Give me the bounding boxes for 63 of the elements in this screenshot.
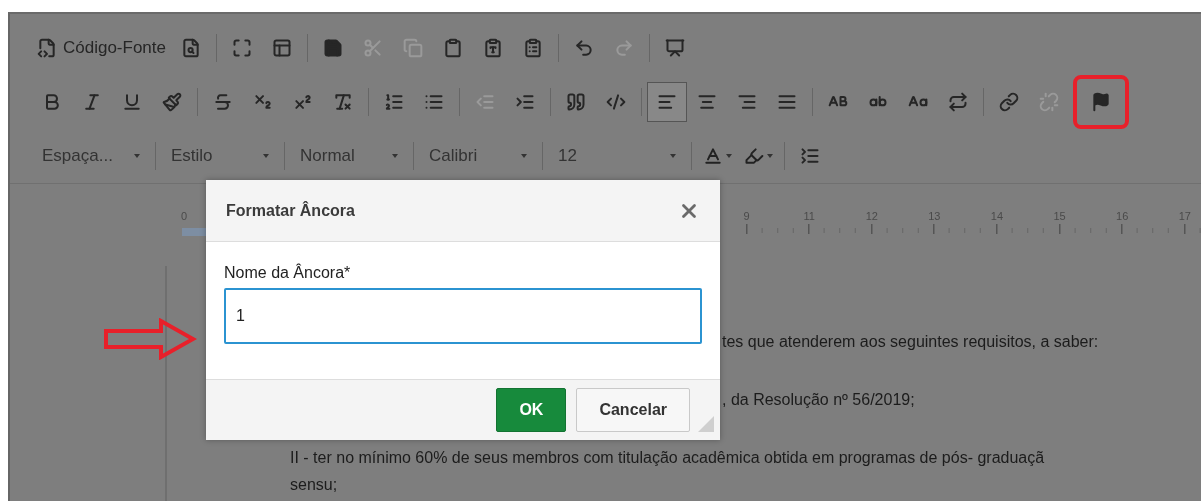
- caret-icon: [767, 154, 773, 158]
- toolbar-button[interactable]: [1073, 75, 1129, 129]
- ok-button[interactable]: OK: [496, 388, 567, 432]
- paste-word-icon: [523, 38, 543, 58]
- dialog-title: Formatar Âncora: [226, 201, 355, 220]
- caret-icon: [263, 154, 269, 158]
- source-code-icon: [37, 38, 57, 58]
- document-text: , da Resolução nº 56/2019;: [722, 390, 915, 410]
- align-right-icon: [737, 92, 757, 112]
- field-label: Nome da Âncora*: [224, 264, 352, 282]
- caret-icon: [521, 154, 527, 158]
- paintbrush-icon: [162, 92, 182, 112]
- scissors-icon: [363, 38, 383, 58]
- maximize-icon: [232, 38, 252, 58]
- cancel-button[interactable]: Cancelar: [576, 388, 690, 432]
- undo-icon: [574, 38, 594, 58]
- flag-icon: [1091, 92, 1111, 112]
- bulleted-list-icon: [424, 92, 444, 112]
- resize-grip-icon[interactable]: [698, 416, 714, 432]
- template-icon: [665, 38, 685, 58]
- line-height-icon: [800, 146, 820, 166]
- underline-icon: [122, 92, 142, 112]
- align-center-icon: [697, 92, 717, 112]
- indent-icon: [515, 92, 535, 112]
- toggle-case-icon: [948, 92, 968, 112]
- quote-icon: [566, 92, 586, 112]
- dropdown[interactable]: Espaça...: [32, 138, 150, 174]
- superscript-icon: [293, 92, 313, 112]
- preview-icon: [181, 38, 201, 58]
- link-icon: [999, 92, 1019, 112]
- show-blocks-icon: [272, 38, 292, 58]
- indent-marker[interactable]: [182, 228, 206, 236]
- strikethrough-icon: [213, 92, 233, 112]
- caret-icon: [670, 154, 676, 158]
- text-color-icon: [703, 146, 723, 166]
- input-field[interactable]: 1: [224, 288, 702, 344]
- caret-icon: [392, 154, 398, 158]
- remove-format-icon: [333, 92, 353, 112]
- paste-text-icon: [483, 38, 503, 58]
- dropdown[interactable]: Estilo: [161, 138, 279, 174]
- align-justify-icon: [777, 92, 797, 112]
- dropdown[interactable]: 12: [548, 138, 686, 174]
- numbered-list-icon: [384, 92, 404, 112]
- highlighter-icon: [744, 146, 764, 166]
- caret-icon: [134, 154, 140, 158]
- copy-icon: [403, 38, 423, 58]
- italic-icon: [82, 92, 102, 112]
- dropdown[interactable]: Calibri: [419, 138, 537, 174]
- document-text: II - ter no mínimo 60% de seus membros com titulação acadêmica obtida em programas de pós- graduaçã: [290, 448, 1045, 468]
- redo-icon: [614, 38, 634, 58]
- align-left-icon: [657, 92, 677, 112]
- subscript-icon: [253, 92, 273, 112]
- code-icon: [606, 92, 626, 112]
- dropdown[interactable]: Normal: [290, 138, 408, 174]
- unlink-icon: [1039, 92, 1059, 112]
- paste-icon: [443, 38, 463, 58]
- save-icon: [323, 38, 343, 58]
- toolbar-button[interactable]: Código-Fonte: [32, 28, 171, 68]
- outdent-icon: [475, 92, 495, 112]
- toolbar-button[interactable]: [647, 82, 687, 122]
- caret-icon: [726, 154, 732, 158]
- document-text: tes que atenderem aos seguintes requisitos, a saber:: [722, 332, 1099, 352]
- document-text: sensu;: [290, 475, 338, 495]
